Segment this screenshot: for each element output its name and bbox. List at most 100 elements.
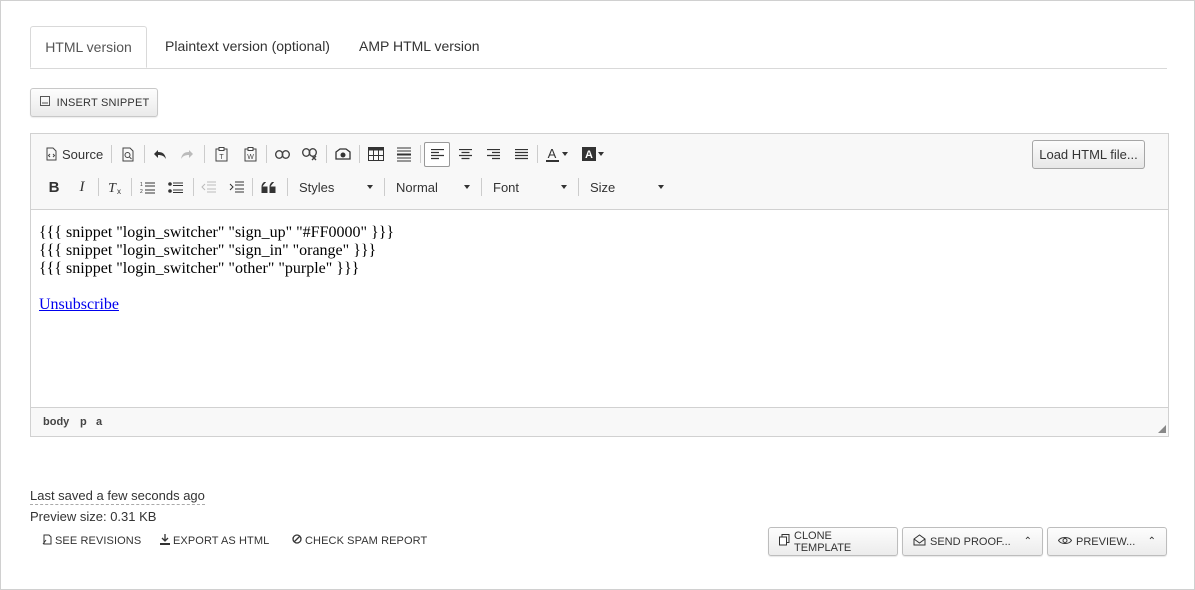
path-p[interactable]: p — [80, 416, 87, 428]
toolbar-separator — [481, 178, 482, 196]
svg-text:A: A — [548, 147, 557, 161]
italic-icon[interactable]: I — [73, 177, 91, 197]
chevron-up-icon: ⌃ — [1023, 536, 1032, 547]
toolbar-separator — [266, 145, 267, 163]
font-value: Font — [493, 179, 520, 195]
bulleted-list-icon[interactable] — [165, 177, 185, 197]
resize-handle[interactable] — [1158, 425, 1166, 433]
see-revisions-link[interactable]: SEE REVISIONS — [42, 534, 141, 548]
toolbar-separator — [193, 178, 194, 196]
format-dropdown[interactable]: Normal — [396, 177, 474, 197]
load-html-file-button[interactable]: Load HTML file... — [1032, 140, 1145, 169]
insert-snippet-button[interactable]: INSERT SNIPPET — [30, 88, 158, 117]
toolbar-separator — [252, 178, 253, 196]
size-value: Size — [590, 179, 616, 195]
preview-size-text: Preview size: 0.31 KB — [30, 509, 157, 524]
toolbar-separator — [131, 178, 132, 196]
align-right-icon[interactable] — [483, 144, 503, 164]
editor-toolbar: Source T W A A Load HTML file... B I Tx … — [31, 134, 1168, 210]
numbered-list-icon[interactable]: 12 — [137, 177, 157, 197]
toolbar-separator — [287, 178, 288, 196]
editor-content[interactable]: {{{ snippet "login_switcher" "sign_up" "… — [39, 224, 394, 314]
styles-dropdown[interactable]: Styles — [299, 177, 377, 197]
last-saved-text: Last saved a few seconds ago — [30, 488, 205, 505]
background-color-icon[interactable]: A — [580, 144, 606, 164]
image-icon[interactable] — [333, 144, 353, 164]
text-color-icon[interactable]: A — [544, 144, 570, 164]
toolbar-separator — [326, 145, 327, 163]
styles-value: Styles — [299, 179, 335, 195]
svg-text:W: W — [247, 154, 254, 161]
rich-text-editor: Source T W A A Load HTML file... B I Tx … — [30, 133, 1169, 437]
preview-icon[interactable] — [118, 144, 138, 164]
version-tabs: HTML version Plaintext version (optional… — [30, 26, 1167, 69]
increase-indent-icon[interactable] — [226, 177, 246, 197]
blockquote-icon[interactable] — [258, 177, 280, 197]
content-line: {{{ snippet "login_switcher" "sign_up" "… — [39, 224, 395, 241]
unlink-icon[interactable] — [300, 144, 320, 164]
send-proof-label: SEND PROOF... — [930, 535, 1011, 548]
eye-icon — [1057, 536, 1073, 548]
redo-icon[interactable] — [177, 144, 197, 164]
link-icon[interactable] — [272, 144, 292, 164]
size-dropdown[interactable]: Size — [590, 177, 668, 197]
ban-icon — [292, 534, 302, 547]
preview-label: PREVIEW... — [1076, 535, 1136, 548]
paste-text-icon[interactable]: T — [211, 144, 231, 164]
svg-text:2: 2 — [140, 189, 143, 194]
toolbar-separator — [359, 145, 360, 163]
toolbar-separator — [144, 145, 145, 163]
toolbar-separator — [420, 145, 421, 163]
tab-html-version[interactable]: HTML version — [30, 26, 147, 68]
tab-amp-html-version[interactable]: AMP HTML version — [344, 26, 495, 67]
envelope-icon — [913, 534, 926, 549]
tab-plaintext-version[interactable]: Plaintext version (optional) — [150, 26, 345, 67]
chevron-down-icon — [367, 185, 373, 189]
svg-text:x: x — [117, 187, 121, 195]
remove-format-icon[interactable]: Tx — [105, 177, 125, 197]
snippet-icon — [39, 95, 51, 110]
toolbar-separator — [98, 178, 99, 196]
toolbar-separator — [578, 178, 579, 196]
copy-icon — [779, 534, 790, 549]
svg-text:A: A — [585, 149, 593, 161]
align-left-icon[interactable] — [424, 142, 450, 167]
path-a[interactable]: a — [96, 416, 102, 428]
toolbar-separator — [204, 145, 205, 163]
clone-template-label: CLONE TEMPLATE — [794, 529, 852, 554]
export-as-html-link[interactable]: EXPORT AS HTML — [160, 534, 269, 548]
preview-button[interactable]: PREVIEW... ⌃ — [1047, 527, 1167, 556]
check-spam-report-link[interactable]: CHECK SPAM REPORT — [292, 534, 427, 547]
path-body[interactable]: body — [43, 416, 69, 428]
svg-text:1: 1 — [140, 182, 143, 188]
revisions-icon — [42, 534, 52, 548]
element-path-bar: body p a — [31, 407, 1168, 436]
decrease-indent-icon[interactable] — [198, 177, 218, 197]
chevron-down-icon — [561, 185, 567, 189]
toolbar-separator — [111, 145, 112, 163]
source-label: Source — [62, 146, 104, 162]
bold-icon[interactable]: B — [45, 177, 63, 197]
paste-word-icon[interactable]: W — [240, 144, 260, 164]
table-icon[interactable] — [366, 144, 386, 164]
check-spam-report-label: CHECK SPAM REPORT — [305, 534, 428, 547]
svg-text:T: T — [108, 181, 117, 195]
export-as-html-label: EXPORT AS HTML — [173, 535, 270, 547]
send-proof-button[interactable]: SEND PROOF... ⌃ — [902, 527, 1043, 556]
unsubscribe-link[interactable]: Unsubscribe — [39, 296, 119, 313]
align-center-icon[interactable] — [455, 144, 475, 164]
chevron-down-icon — [464, 185, 470, 189]
horizontal-line-icon[interactable] — [394, 144, 414, 164]
toolbar-separator — [384, 178, 385, 196]
toolbar-separator — [537, 145, 538, 163]
chevron-up-icon: ⌃ — [1147, 536, 1156, 547]
source-button[interactable]: Source — [45, 144, 103, 164]
undo-icon[interactable] — [150, 144, 170, 164]
format-value: Normal — [396, 179, 438, 195]
clone-template-button[interactable]: CLONE TEMPLATE — [768, 527, 898, 556]
download-icon — [160, 534, 170, 548]
content-line: {{{ snippet "login_switcher" "sign_in" "… — [39, 242, 377, 259]
source-icon — [45, 147, 58, 161]
align-justify-icon[interactable] — [511, 144, 531, 164]
font-dropdown[interactable]: Font — [493, 177, 571, 197]
